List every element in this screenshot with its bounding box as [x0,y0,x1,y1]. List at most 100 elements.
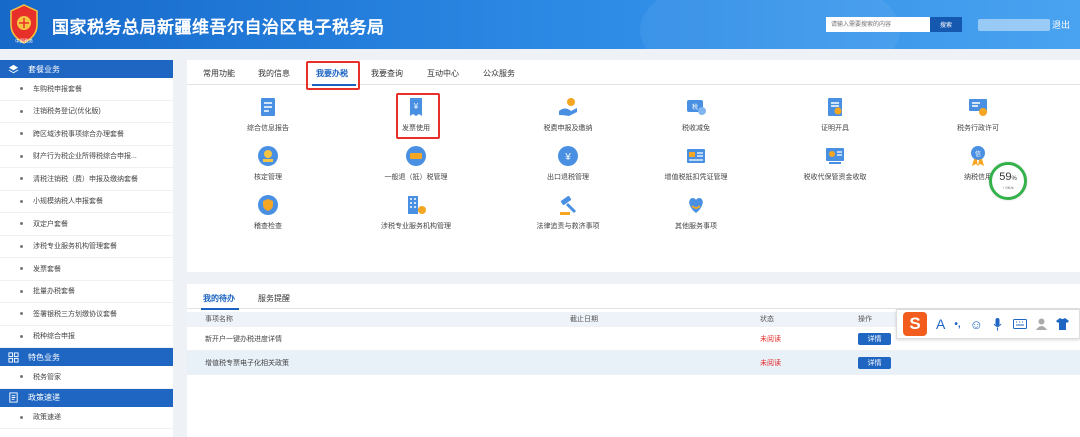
bullet-icon [20,244,23,248]
service-inspection[interactable]: 稽查检查 [208,194,328,231]
ime-punctuation-icon[interactable]: •, [954,319,960,330]
tab-my-info[interactable]: 我的信息 [258,68,290,79]
service-invoice-use[interactable]: ¥ 发票使用 [356,96,476,133]
detail-button[interactable]: 详情 [858,332,891,345]
logout-link[interactable]: 退出 [1052,18,1070,31]
ime-skin-icon[interactable] [1055,318,1069,330]
sidebar-item-label: 跨区域涉税事项综合办理套餐 [33,130,124,138]
sidebar-item[interactable]: 涉税专业服务机构管理套餐 [0,236,173,258]
sidebar-item-label: 财产行为税企业所得税综合申报... [33,153,137,161]
sidebar-item[interactable]: 批量办税套餐 [0,281,173,303]
site-title: 国家税务总局新疆维吾尔自治区电子税务局 [52,18,385,37]
tab-public-service[interactable]: 公众服务 [483,68,515,79]
todo-item-name: 增值税专票电子化相关政策 [205,359,289,367]
ime-keyboard-icon[interactable] [1012,319,1027,329]
sidebar-item[interactable]: 跨区域涉税事项综合办理套餐 [0,123,173,146]
service-comprehensive-report[interactable]: 综合信息报告 [208,96,328,133]
invoice-icon: ¥ [410,98,422,116]
service-custody-fund[interactable]: 税收代保管资金收取 [775,145,895,182]
sogou-logo-icon[interactable]: S [903,312,927,336]
service-assessment[interactable]: 核定管理 [208,145,328,182]
assessment-icon [258,146,278,166]
sidebar-item[interactable]: 政策速递 [0,407,173,429]
bullet-icon [20,267,23,271]
service-label: 其他服务事项 [675,223,717,230]
agency-icon [408,196,426,214]
service-legal-relief[interactable]: 法律追责与救济事项 [508,194,628,231]
active-todo-tab-indicator [201,308,239,310]
credit-icon: 信 [971,146,985,166]
sidebar-item[interactable]: 车购税申报套餐 [0,78,173,101]
sidebar-item[interactable]: 双定户套餐 [0,213,173,236]
tab-my-todo[interactable]: 我的待办 [203,293,235,304]
bullet-icon [20,375,23,379]
ime-voice-icon[interactable] [992,317,1004,331]
sidebar-item[interactable]: 税种综合申报 [0,326,173,348]
export-refund-icon: ¥ [558,146,578,166]
microphone-icon [993,317,1002,330]
sidebar-item[interactable]: 签署银税三方划缴协议套餐 [0,303,173,326]
sidebar-item-label: 批量办税套餐 [33,288,75,296]
service-other[interactable]: 其他服务事项 [636,194,756,231]
tab-service-reminder[interactable]: 服务提醒 [258,293,290,304]
detail-button[interactable]: 详情 [858,356,891,369]
user-icon [1035,318,1047,330]
tab-query[interactable]: 我要查询 [371,68,403,79]
service-label: 税收代保管资金收取 [803,174,867,181]
bullet-icon [20,415,23,419]
sidebar-item-label: 清税注销税（费）申报及缴纳套餐 [33,175,138,183]
todo-item-status: 未阅读 [760,359,781,367]
permit-icon [969,99,987,116]
service-label: 税费申报及缴纳 [543,125,593,132]
bullet-icon [20,334,23,338]
search-input[interactable] [826,17,930,32]
sidebar-item[interactable]: 注销税务登记(优化版) [0,101,173,123]
todo-item-status: 未阅读 [760,335,781,343]
refund-icon [406,146,426,166]
sidebar-item[interactable]: 财产行为税企业所得税综合申报... [0,146,173,168]
service-admin-permit[interactable]: 税务行政许可 [918,96,1038,133]
sidebar-section-policy[interactable]: 政策速递 [0,388,173,407]
service-label: 出口退税管理 [547,174,589,181]
tab-common[interactable]: 常用功能 [203,68,235,79]
sidebar-item-label: 小规模纳税人申报套餐 [33,198,103,206]
sidebar-item[interactable]: 小规模纳税人申报套餐 [0,191,173,213]
search-button[interactable]: 搜索 [930,17,962,32]
other-services-icon [689,198,703,213]
badge-sub: ↑ 0K/s [1002,185,1014,190]
bullet-icon [20,289,23,293]
network-speed-badge[interactable]: 59% ↑ 0K/s [989,162,1027,200]
service-label: 综合信息报告 [247,125,289,132]
service-tax-payment[interactable]: 税费申报及缴纳 [508,96,628,133]
ime-user-icon[interactable] [1035,318,1047,330]
sidebar-item-label: 税种综合申报 [33,333,75,341]
service-label: 一般退（抵）税管理 [384,174,448,181]
bullet-icon [20,132,23,136]
service-tax-reduction[interactable]: 税 税收减免 [636,96,756,133]
certificate-icon [828,98,842,116]
sidebar-section-special[interactable]: 特色业务 [0,348,173,366]
sidebar-item[interactable]: 清税注销税（费）申报及缴纳套餐 [0,168,173,191]
sidebar-item[interactable]: 发票套餐 [0,258,173,281]
sidebar-item-label: 双定户套餐 [33,220,68,228]
payment-icon [559,98,577,116]
service-general-refund[interactable]: 一般退（抵）税管理 [356,145,476,182]
service-certificate[interactable]: 证明开具 [775,96,895,133]
ime-emoji-icon[interactable]: ☺ [970,317,983,332]
sidebar-item-label: 发票套餐 [33,265,61,273]
service-vat-voucher[interactable]: 增值税抵扣凭证管理 [636,145,756,182]
service-agency-management[interactable]: 涉税专业服务机构管理 [356,194,476,231]
tab-interaction[interactable]: 互动中心 [427,68,459,79]
tax-reduction-icon: 税 [687,100,706,115]
ime-language-icon[interactable]: A [936,316,945,332]
service-export-refund[interactable]: ¥ 出口退税管理 [508,145,628,182]
sidebar-item[interactable]: 税务管家 [0,366,173,389]
app-header: 中国税务 国家税务总局新疆维吾尔自治区电子税务局 搜索 退出 [0,0,1080,49]
sidebar-section-packages[interactable]: 套餐业务 [0,60,173,78]
keyboard-icon [1012,319,1027,329]
badge-percent: 59% [992,172,1024,185]
stack-icon [8,64,19,73]
service-label: 核定管理 [254,174,282,181]
column-header-status: 状态 [760,316,774,323]
grid-icon [8,351,19,363]
